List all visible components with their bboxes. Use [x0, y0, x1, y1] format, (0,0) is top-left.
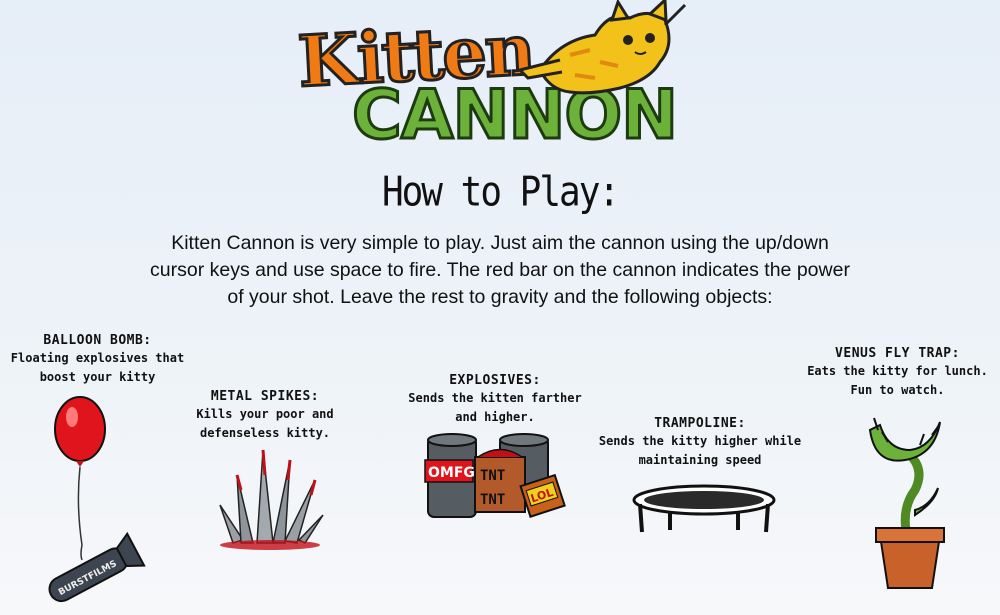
tnt-label: TNT	[480, 492, 505, 508]
item-description: Sends the kitty higher while maintaining…	[598, 434, 802, 467]
balloon-bomb-item: BALLOON BOMB: Floating explosives that b…	[0, 333, 195, 387]
item-description: Kills your poor and defenseless kitty.	[196, 407, 334, 440]
item-title: BALLOON BOMB:	[43, 333, 152, 348]
instructions-text: Kitten Cannon is very simple to play. Ju…	[150, 232, 850, 308]
item-description: Eats the kitty for lunch. Fun to watch.	[807, 364, 988, 397]
trampoline-item: TRAMPOLINE: Sends the kitty higher while…	[595, 416, 805, 470]
venus-fly-trap-icon	[868, 417, 945, 589]
how-to-play-heading: How to Play:	[381, 168, 620, 217]
tnt-label: TNT	[480, 468, 505, 484]
item-title: VENUS FLY TRAP:	[835, 346, 960, 361]
trampoline-icon	[632, 484, 776, 533]
metal-spikes-icon	[219, 449, 324, 550]
item-description: Sends the kitten farther and higher.	[408, 391, 582, 424]
omfg-label: OMFG	[428, 465, 475, 481]
balloon-bomb-icon: BURSTFILMS	[48, 396, 146, 603]
item-title: METAL SPIKES:	[210, 389, 320, 404]
game-logo: Kitten CANNON	[290, 0, 690, 160]
item-title: EXPLOSIVES:	[449, 373, 541, 388]
item-title: TRAMPOLINE:	[654, 416, 746, 431]
explosives-item: EXPLOSIVES: Sends the kitten farther and…	[395, 373, 595, 427]
metal-spikes-item: METAL SPIKES: Kills your poor and defens…	[190, 389, 340, 443]
item-description: Floating explosives that boost your kitt…	[10, 351, 185, 384]
kitten-mascot-icon	[517, 0, 687, 95]
venus-fly-trap-item: VENUS FLY TRAP: Eats the kitty for lunch…	[800, 346, 995, 400]
explosives-icon: OMFG TNT TNT LOL	[424, 433, 566, 518]
